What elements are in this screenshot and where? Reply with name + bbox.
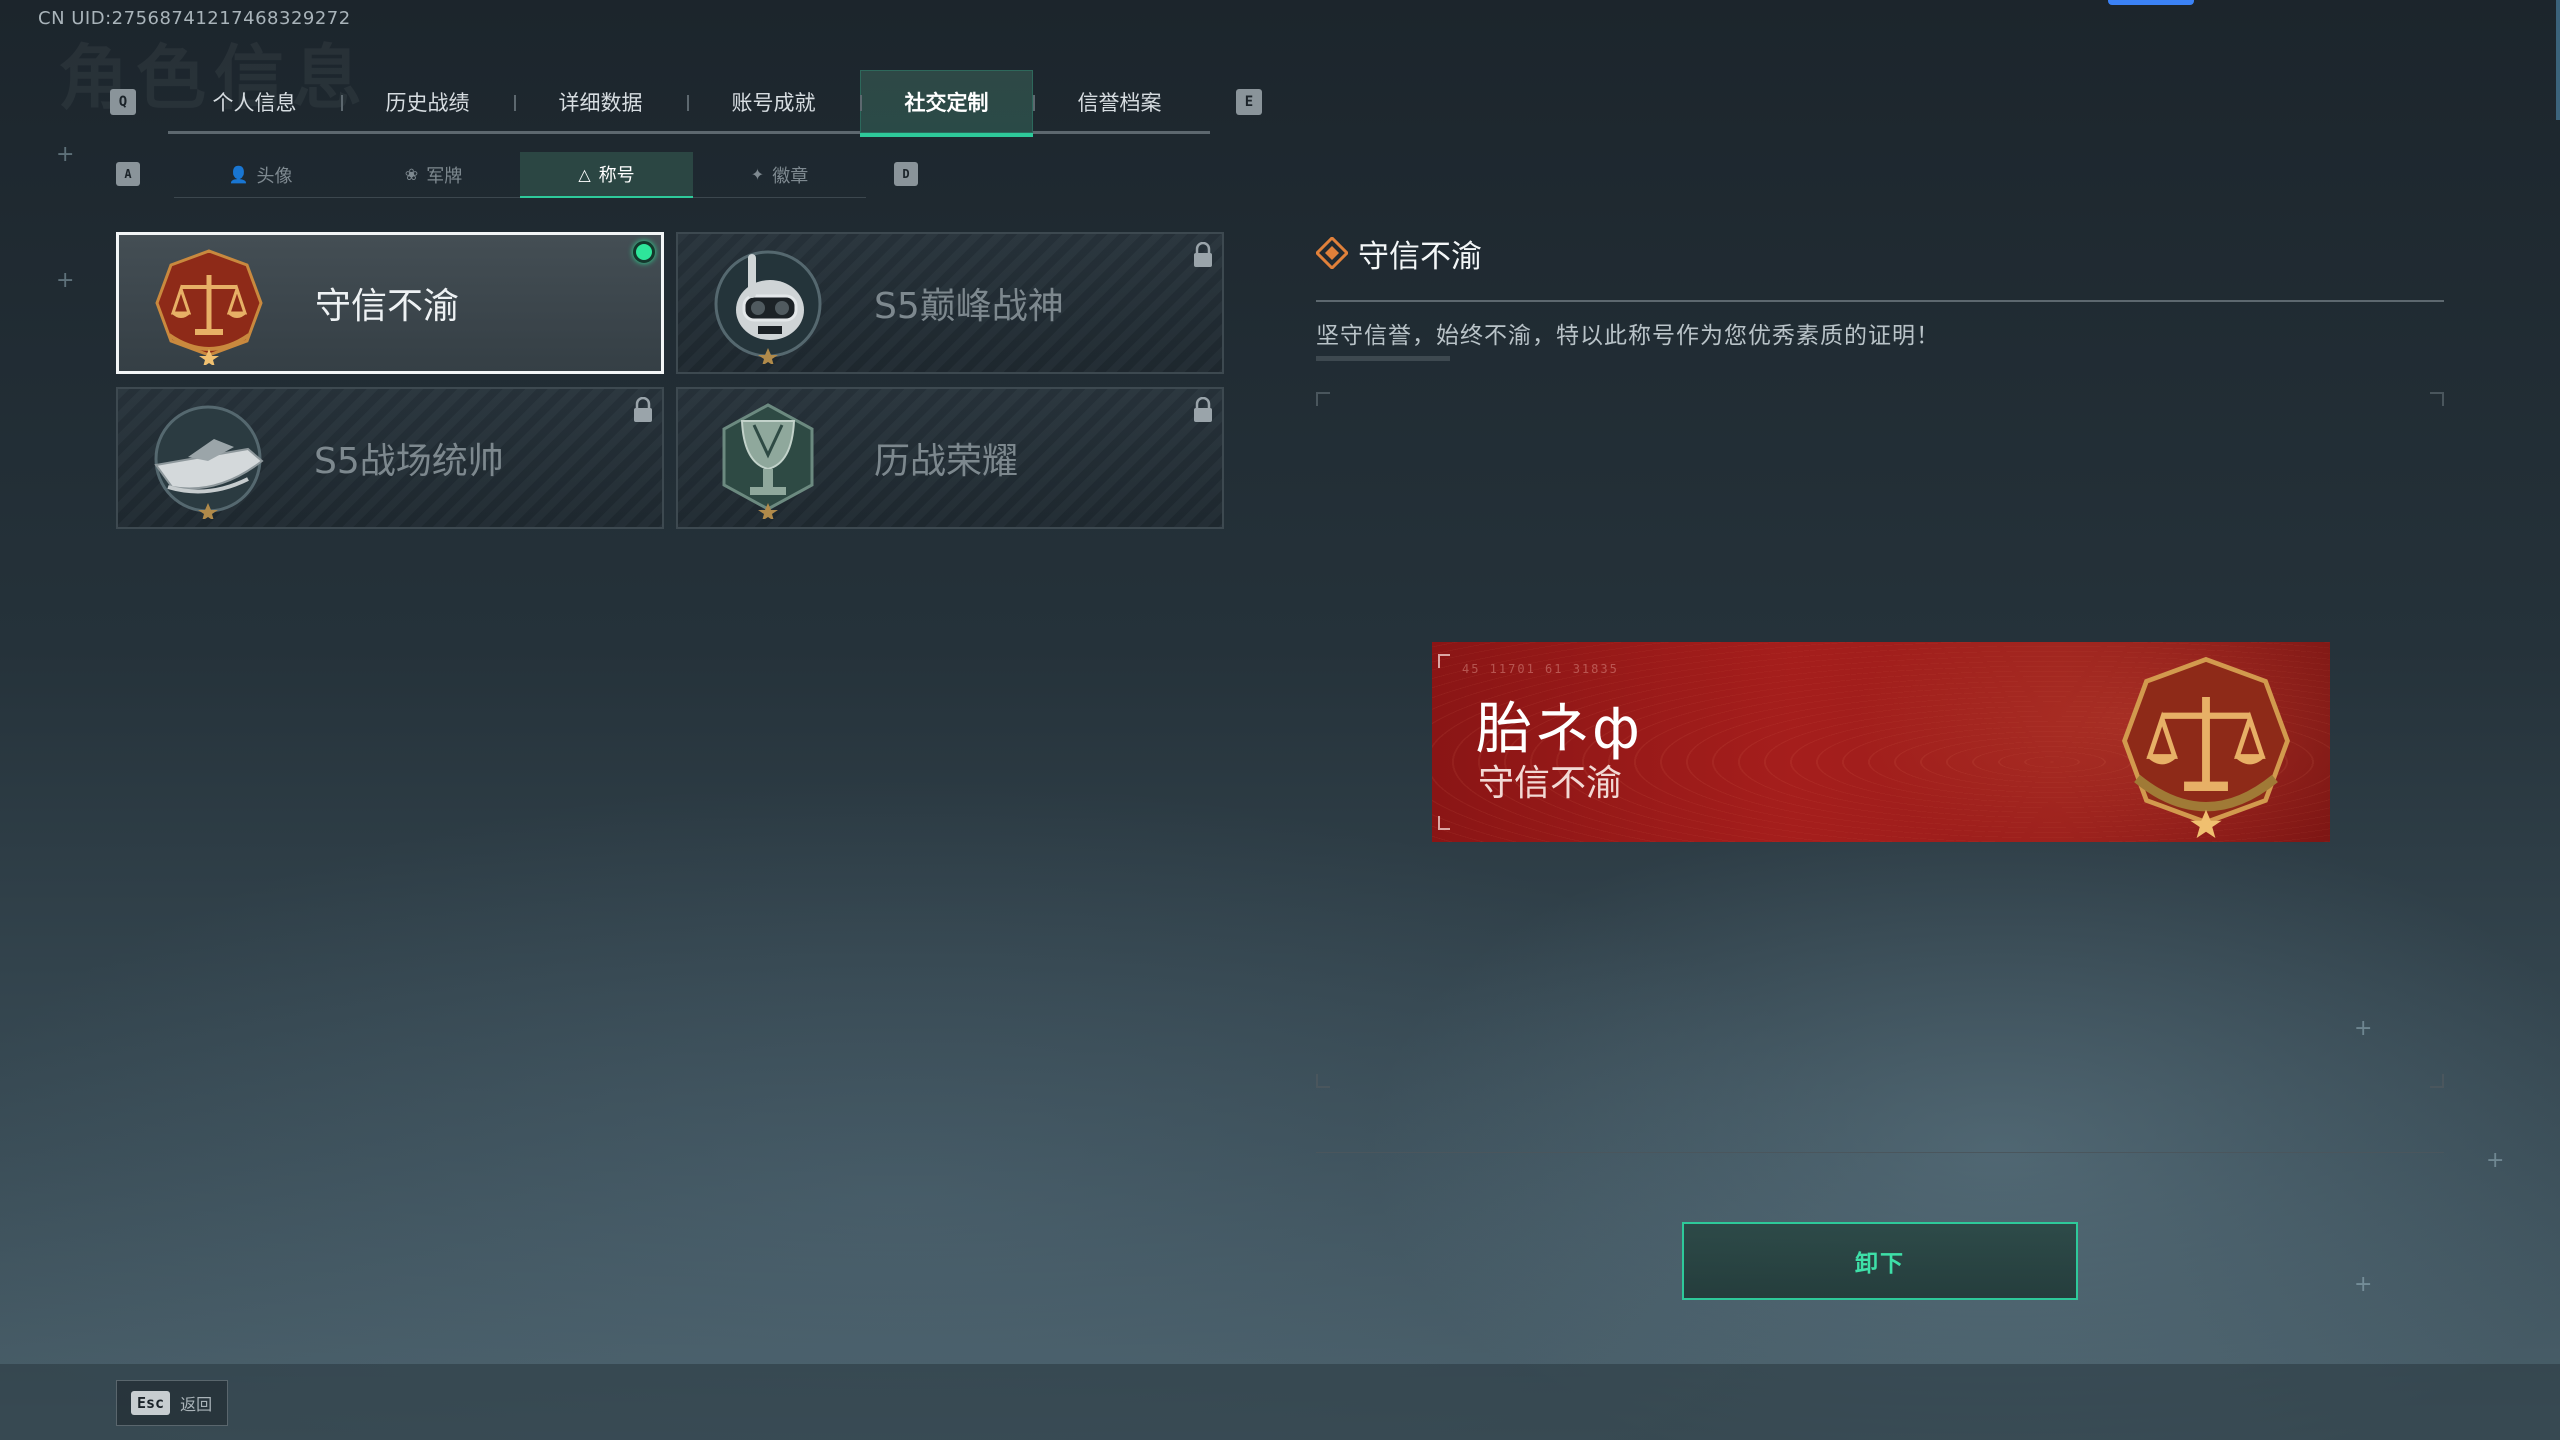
sub-tabs: 👤 头像 ❀ 军牌 △ 称号 ✦ 徽章 [174,152,866,198]
title-name: 历战荣耀 [874,441,1019,482]
detail-divider [1316,300,2444,302]
back-button[interactable]: Esc 返回 [116,1380,228,1426]
subtab-label: 称号 [598,165,635,186]
frame-corner [1316,1074,1330,1088]
top-indicator [2108,0,2194,5]
lock-icon [634,397,652,422]
frame-corner [2430,1074,2444,1088]
subtab-label: 军牌 [426,165,463,187]
main-tabs: 个人信息 历史战绩 详细数据 账号成就 社交定制 信誉档案 [168,70,1210,137]
banner-title: 守信不渝 [1478,763,1623,804]
diver-skull-emblem-icon [714,250,822,364]
plus-marker-icon: + [2354,1272,2373,1297]
banner-corner [1438,654,1450,668]
esc-key-hint: Esc [131,1391,171,1415]
title-name: S5战场统帅 [314,441,504,482]
frame-corner [1316,392,1330,406]
lock-icon [1194,242,1212,267]
speedboat-emblem-icon [154,405,264,519]
sub-tab-bar: A 👤 头像 ❀ 军牌 △ 称号 ✦ 徽章 D [116,152,918,198]
tab-social-custom[interactable]: 社交定制 [860,70,1033,137]
equipped-indicator-icon [633,241,655,263]
title-name: 守信不渝 [315,286,460,327]
tab-match-history[interactable]: 历史战绩 [341,70,514,134]
unequip-button[interactable]: 卸下 [1682,1222,2078,1300]
key-hint-q: Q [110,89,136,115]
tab-credit-profile[interactable]: 信誉档案 [1033,70,1206,134]
detail-description: 坚守信誉，始终不渝，特以此称号作为您优秀素质的证明！ [1316,323,1940,349]
title-card-s5-commander[interactable]: S5战场统帅 [116,387,664,529]
main-tab-bar: Q 个人信息 历史战绩 详细数据 账号成就 社交定制 信誉档案 E [110,70,1262,137]
plus-marker-icon: + [56,268,75,293]
scroll-rail [2556,0,2560,120]
scales-emblem-icon [2122,656,2290,838]
tab-personal-info[interactable]: 个人信息 [168,70,341,134]
key-hint-e: E [1236,89,1262,115]
detail-bottom-divider [1316,1152,2444,1153]
dogtag-icon: ❀ [404,165,419,184]
title-name: S5巅峰战神 [874,286,1064,327]
footer-bar [0,1364,2560,1440]
title-icon: △ [578,164,591,184]
subtab-label: 头像 [256,165,293,187]
detail-title-text: 守信不渝 [1358,238,1482,275]
key-hint-d: D [894,162,918,186]
scales-emblem-icon [155,249,263,365]
detail-heading: 守信不渝 [1316,230,2444,276]
title-banner-preview: 45 11701 61 31835 胎ネф 守信不渝 [1432,642,2330,842]
plus-marker-icon: + [2486,1148,2505,1173]
badge-icon: ✦ [750,165,765,184]
banner-corner [1438,816,1450,830]
back-label: 返回 [180,1395,213,1414]
tab-detailed-data[interactable]: 详细数据 [514,70,687,134]
subtab-title[interactable]: △ 称号 [520,152,693,198]
title-detail-panel: 守信不渝 坚守信誉，始终不渝，特以此称号作为您优秀素质的证明！ [1316,230,2444,361]
title-card-battle-glory[interactable]: 历战荣耀 [676,387,1224,529]
subtab-badge[interactable]: ✦ 徽章 [693,152,866,198]
key-hint-a: A [116,162,140,186]
title-card-s5-peak-god[interactable]: S5巅峰战神 [676,232,1224,374]
banner-codes: 45 11701 61 31835 [1462,662,1619,676]
plus-marker-icon: + [2354,1016,2373,1041]
subtab-avatar[interactable]: 👤 头像 [174,152,347,198]
person-icon: 👤 [228,165,249,184]
banner-player-name: 胎ネф [1476,697,1642,762]
frame-corner [2430,392,2444,406]
title-card-shouxinbuyu[interactable]: 守信不渝 [116,232,664,374]
subtab-dogtag[interactable]: ❀ 军牌 [347,152,520,198]
tab-achievements[interactable]: 账号成就 [687,70,860,134]
plus-marker-icon: + [56,142,75,167]
subtab-label: 徽章 [772,165,809,187]
decorative-mark [1316,356,1450,361]
trophy-emblem-icon [722,403,814,519]
diamond-icon [1316,237,1348,269]
lock-icon [1194,397,1212,422]
